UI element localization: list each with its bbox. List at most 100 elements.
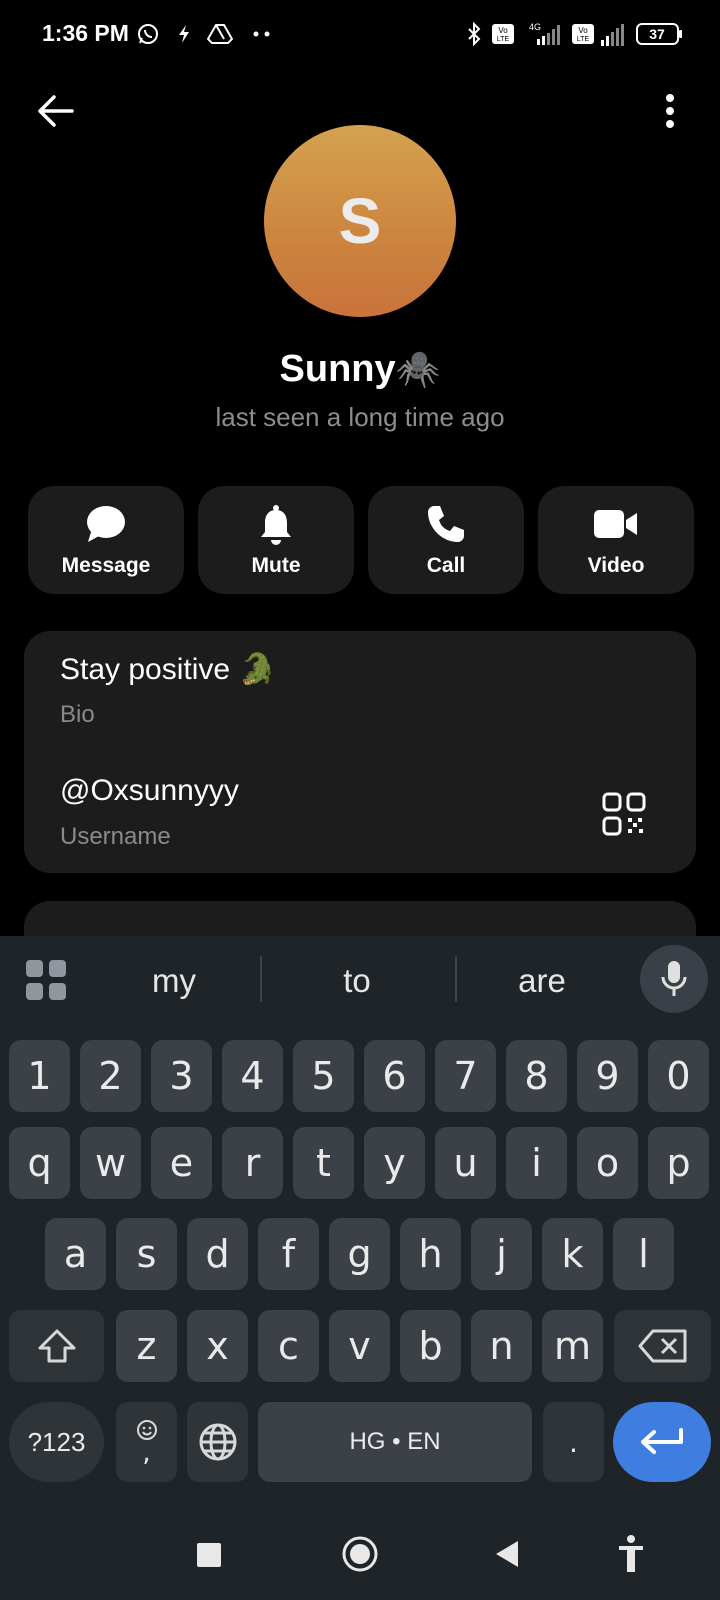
key-r[interactable]: r [222,1127,283,1199]
key-4[interactable]: 4 [222,1040,283,1112]
key-u[interactable]: u [435,1127,496,1199]
profile-name: Sunny🕷️ [0,348,720,391]
key-t[interactable]: t [293,1127,354,1199]
svg-text:Vo: Vo [498,26,508,35]
volte-icon-2: Vo LTE [570,20,596,48]
key-0[interactable]: 0 [648,1040,709,1112]
enter-key[interactable] [613,1402,711,1482]
more-options-icon[interactable] [645,86,695,136]
key-h[interactable]: h [400,1218,461,1290]
key-w[interactable]: w [80,1127,141,1199]
suggestion-divider [260,956,262,1002]
enter-arrow-icon [641,1428,683,1454]
avatar-letter: S [338,185,382,257]
home-circle-icon[interactable] [341,1535,379,1573]
key-8[interactable]: 8 [506,1040,567,1112]
qr-code-icon[interactable] [602,792,646,836]
key-m[interactable]: m [542,1310,603,1382]
signal-icon-2 [598,20,628,48]
video-label: Video [587,554,645,577]
message-label: Message [61,554,151,577]
symbols-key[interactable]: ?123 [9,1402,104,1482]
bio-value: Stay positive [60,653,231,686]
drive-icon [206,20,234,48]
avatar[interactable]: S [264,125,456,317]
recents-square-icon[interactable] [196,1542,222,1568]
key-7[interactable]: 7 [435,1040,496,1112]
language-key[interactable] [187,1402,248,1482]
key-5[interactable]: 5 [293,1040,354,1112]
mute-label: Mute [251,554,301,577]
key-z[interactable]: z [116,1310,177,1382]
profile-name-text: Sunny [279,348,396,390]
bio-label: Bio [60,701,95,728]
apps-grid-icon[interactable] [24,958,68,1002]
bio-text[interactable]: Stay positive 🐊 [60,652,276,687]
key-6[interactable]: 6 [364,1040,425,1112]
key-c[interactable]: c [258,1310,319,1382]
microphone-button[interactable] [640,945,708,1013]
back-arrow-icon[interactable] [30,86,80,136]
key-3[interactable]: 3 [151,1040,212,1112]
svg-text:LTE: LTE [577,36,590,43]
key-o[interactable]: o [577,1127,638,1199]
crocodile-emoji: 🐊 [238,653,276,686]
accessibility-icon[interactable] [617,1534,645,1574]
chat-bubble-icon [28,504,184,546]
username-value[interactable]: @Oxsunnyyy [60,774,239,808]
key-s[interactable]: s [116,1218,177,1290]
key-x[interactable]: x [187,1310,248,1382]
status-bar: 1:36 PM Vo LTE 4G Vo LTE 37 [0,0,720,70]
key-q[interactable]: q [9,1127,70,1199]
video-button[interactable]: Video [538,486,694,594]
emoji-comma-key[interactable]: , [116,1402,177,1482]
key-y[interactable]: y [364,1127,425,1199]
key-k[interactable]: k [542,1218,603,1290]
suggestion-2[interactable]: to [267,962,447,1000]
message-button[interactable]: Message [28,486,184,594]
backspace-icon [638,1329,686,1363]
svg-text:37: 37 [649,26,665,42]
space-bar[interactable]: HG • EN [258,1402,532,1482]
back-triangle-icon[interactable] [494,1539,520,1569]
suggestion-1[interactable]: my [84,962,264,1000]
key-j[interactable]: j [471,1218,532,1290]
comma-char: , [142,1438,151,1468]
backspace-key[interactable] [614,1310,711,1382]
key-b[interactable]: b [400,1310,461,1382]
volte-icon: Vo LTE [490,20,516,48]
call-label: Call [426,554,466,577]
status-time: 1:36 PM [42,20,129,46]
spider-emoji: 🕷️ [395,348,441,389]
key-v[interactable]: v [329,1310,390,1382]
call-button[interactable]: Call [368,486,524,594]
key-d[interactable]: d [187,1218,248,1290]
key-a[interactable]: a [45,1218,106,1290]
shift-key[interactable] [9,1310,104,1382]
video-camera-icon [538,504,694,546]
bell-icon [198,504,354,546]
key-e[interactable]: e [151,1127,212,1199]
key-2[interactable]: 2 [80,1040,141,1112]
signal-icon: 4G [520,20,564,48]
key-9[interactable]: 9 [577,1040,638,1112]
shift-arrow-icon [38,1329,75,1363]
mute-button[interactable]: Mute [198,486,354,594]
username-label: Username [60,823,171,850]
key-g[interactable]: g [329,1218,390,1290]
svg-text:LTE: LTE [497,36,510,43]
key-p[interactable]: p [648,1127,709,1199]
bluetooth-icon [464,20,484,48]
key-i[interactable]: i [506,1127,567,1199]
key-l[interactable]: l [613,1218,674,1290]
period-key[interactable]: . [543,1402,604,1482]
key-n[interactable]: n [471,1310,532,1382]
more-dots-icon [252,20,272,48]
svg-text:Vo: Vo [578,26,588,35]
suggestion-3[interactable]: are [452,962,632,1000]
key-1[interactable]: 1 [9,1040,70,1112]
svg-text:4G: 4G [529,22,541,32]
key-f[interactable]: f [258,1218,319,1290]
phone-icon [368,504,524,546]
globe-icon [199,1423,236,1461]
